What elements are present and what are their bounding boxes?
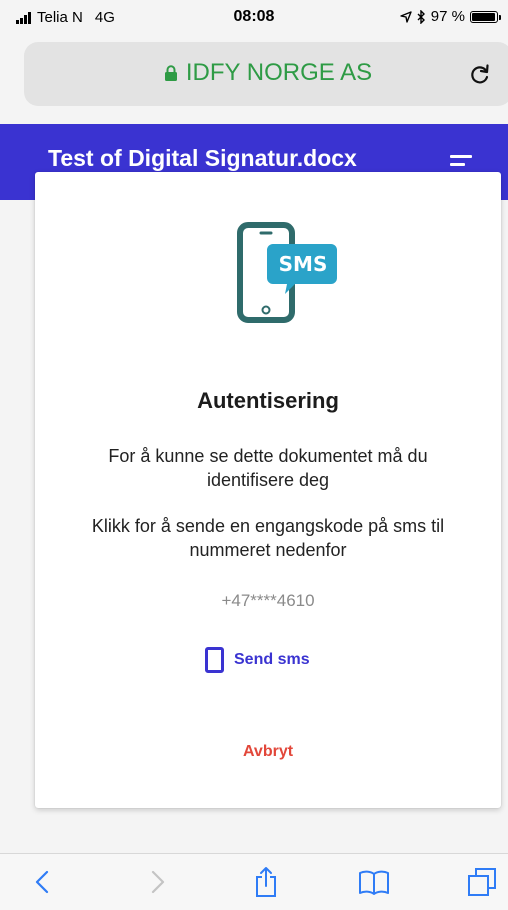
- battery-percent: 97 %: [430, 8, 465, 25]
- cancel-button[interactable]: Avbryt: [218, 737, 318, 767]
- browser-toolbar: [0, 853, 508, 910]
- send-sms-label: Send sms: [234, 651, 310, 668]
- battery-icon: [470, 10, 501, 23]
- dialog-title: Autentisering: [197, 388, 339, 413]
- dialog-instruction: Klikk for å sende en engangskode på sms …: [91, 516, 445, 560]
- tabs-icon[interactable]: [466, 866, 498, 898]
- reload-icon[interactable]: [468, 62, 492, 86]
- status-bar: Telia N 4G 08:08 97 %: [0, 0, 508, 36]
- document-title: Test of Digital Signatur.docx: [48, 145, 357, 171]
- phone-icon: [205, 647, 224, 673]
- authentication-dialog: SMS Autentisering For å kunne se dette d…: [35, 172, 501, 808]
- bookmarks-icon[interactable]: [358, 866, 390, 898]
- share-icon[interactable]: [250, 866, 282, 898]
- send-sms-button[interactable]: Send sms: [205, 642, 331, 678]
- dialog-message: For å kunne se dette dokumentet må du id…: [108, 446, 428, 490]
- bluetooth-icon: [417, 9, 425, 24]
- sms-phone-icon: SMS: [237, 222, 337, 323]
- lock-icon: [164, 64, 178, 82]
- forward-icon[interactable]: [142, 866, 174, 898]
- location-icon: [400, 10, 412, 23]
- site-domain: IDFY NORGE AS: [185, 59, 373, 86]
- menu-icon[interactable]: [450, 155, 472, 169]
- back-icon[interactable]: [26, 866, 58, 898]
- url-bar[interactable]: IDFY NORGE AS: [24, 42, 508, 106]
- sms-icon-label: SMS: [279, 252, 328, 276]
- masked-phone-number: +47****4610: [221, 591, 315, 610]
